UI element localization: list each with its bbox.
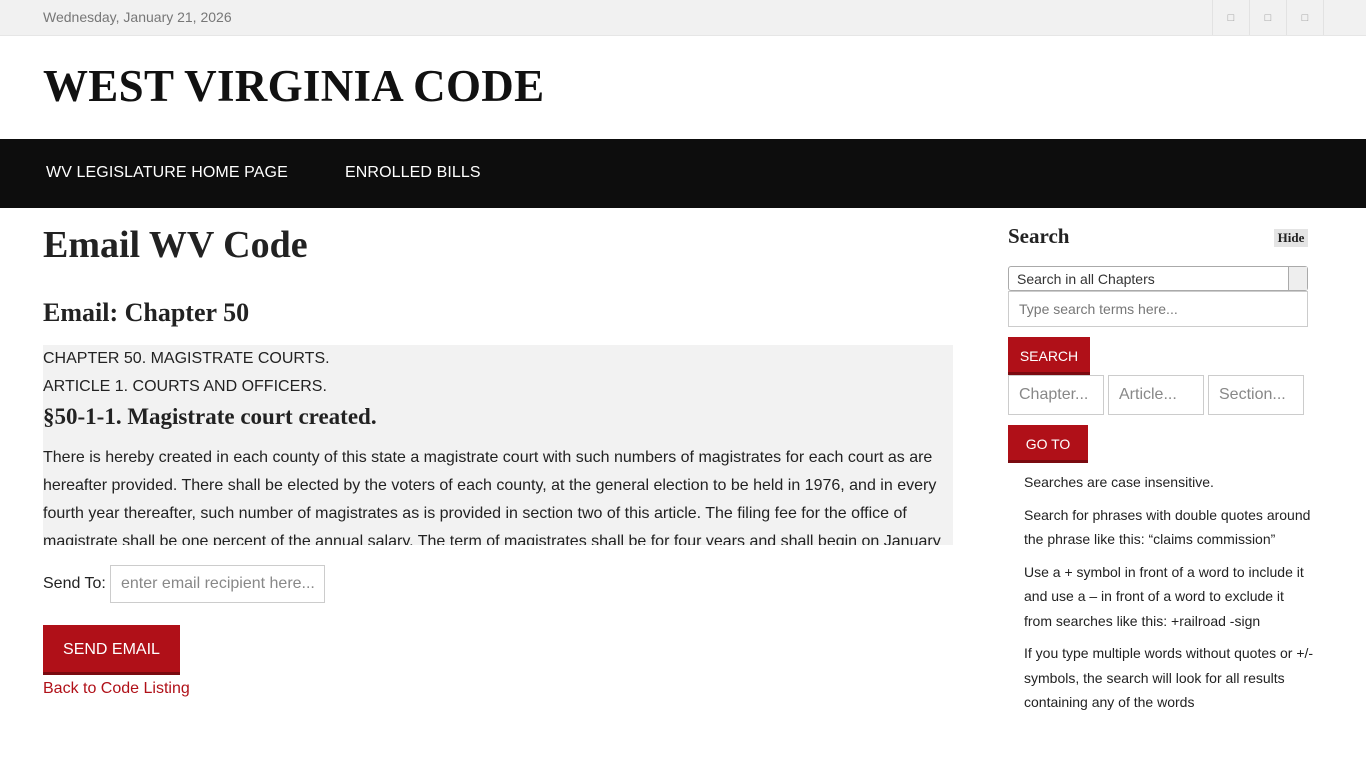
search-tip: Use a + symbol in front of a word to inc… <box>1024 563 1304 629</box>
article-heading: ARTICLE 1. COURTS AND OFFICERS. <box>43 378 327 395</box>
current-date: Wednesday, January 21, 2026 <box>43 9 232 25</box>
search-tip: Search for phrases with double quotes ar… <box>1024 506 1311 548</box>
search-scope-value: Search in all Chapters <box>1017 271 1155 287</box>
social-icon[interactable]: □ <box>1249 0 1286 35</box>
article-input[interactable] <box>1108 375 1204 415</box>
search-tip: If you type multiple words without quote… <box>1024 645 1314 710</box>
section-input[interactable] <box>1208 375 1304 415</box>
search-terms-input[interactable] <box>1008 291 1308 327</box>
send-to-label: Send To: <box>43 575 106 592</box>
search-tip: Searches are case insensitive. <box>1024 474 1214 490</box>
search-tips: Searches are case insensitive. Search fo… <box>1024 470 1314 723</box>
code-preview[interactable]: CHAPTER 50. MAGISTRATE COURTS. ARTICLE 1… <box>43 345 953 545</box>
back-to-code-listing-link[interactable]: Back to Code Listing <box>43 680 190 698</box>
section-title: §50-1-1. Magistrate court created. <box>43 404 377 429</box>
nav-item-legislature-home[interactable]: WV LEGISLATURE HOME PAGE <box>46 164 288 182</box>
section-body: There is hereby created in each county o… <box>43 449 941 545</box>
search-heading: Search <box>1008 224 1070 248</box>
social-icon[interactable]: □ <box>1286 0 1324 35</box>
top-bar: Wednesday, January 21, 2026 □ □ □ <box>0 0 1366 36</box>
chapter-heading: CHAPTER 50. MAGISTRATE COURTS. <box>43 350 330 367</box>
search-scope-select[interactable]: Search in all Chapters <box>1008 266 1308 291</box>
search-button[interactable]: SEARCH <box>1008 337 1090 375</box>
social-icon[interactable]: □ <box>1212 0 1249 35</box>
main-navigation: WV LEGISLATURE HOME PAGE ENROLLED BILLS <box>0 139 1366 208</box>
dropdown-arrow-icon[interactable] <box>1288 267 1307 290</box>
go-to-button[interactable]: GO TO <box>1008 425 1088 463</box>
page-subtitle: Email: Chapter 50 <box>43 298 250 327</box>
nav-item-enrolled-bills[interactable]: ENROLLED BILLS <box>345 164 481 182</box>
send-email-button[interactable]: SEND EMAIL <box>43 625 180 675</box>
site-header: WEST VIRGINIA CODE <box>0 36 1366 139</box>
hide-button[interactable]: Hide <box>1274 229 1308 247</box>
page-title: Email WV Code <box>43 224 308 266</box>
site-title[interactable]: WEST VIRGINIA CODE <box>43 61 544 111</box>
email-recipient-input[interactable] <box>110 565 325 603</box>
chapter-input[interactable] <box>1008 375 1104 415</box>
